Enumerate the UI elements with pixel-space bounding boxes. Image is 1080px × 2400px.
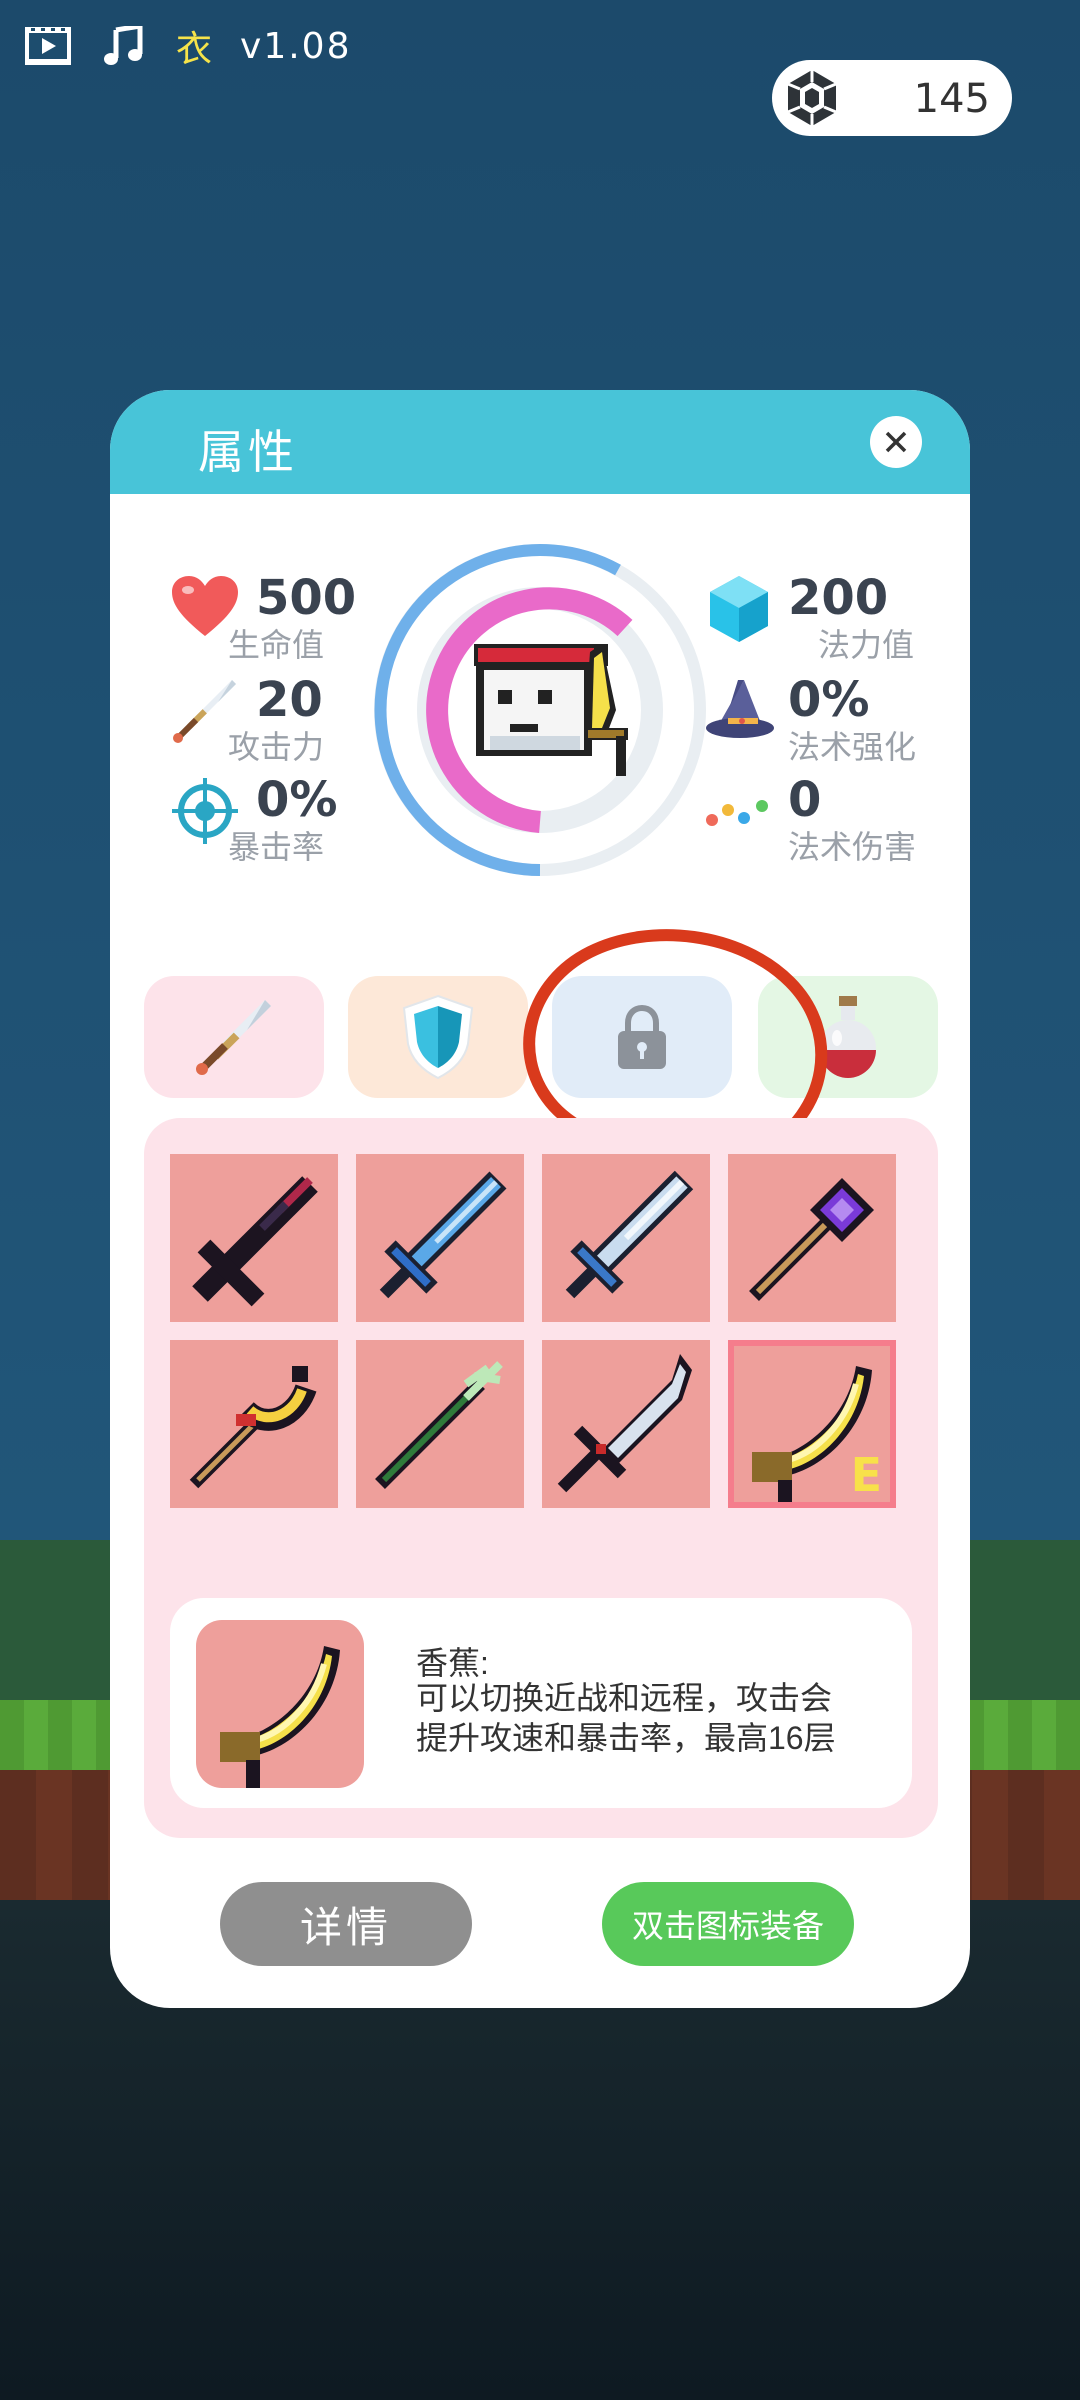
item-slot-silver-blade[interactable] [542,1340,710,1508]
gem-counter: 145 [772,60,1012,136]
panel-title: 属性 [198,426,298,478]
golden-scepter-icon [189,1366,317,1489]
stat-crit: 0% 暴击率 [170,772,370,876]
hp-label: 生命值 [228,627,325,663]
item-slot-banana[interactable]: E [728,1340,896,1508]
gem-icon [787,70,837,126]
tab-weapons[interactable] [144,976,324,1098]
item-inventory: E 香蕉: 可以切换近战和远程，攻击会 提升攻速和暴击率，最高16层 [144,1118,938,1838]
crit-label: 暴击率 [228,829,325,865]
selected-item-icon [196,1620,364,1788]
equipped-badge: E [850,1448,882,1502]
description-line-2: 提升攻速和暴击率，最高16层 [416,1720,836,1756]
selected-item-text: 可以切换近战和远程，攻击会 提升攻速和暴击率，最高16层 [416,1678,886,1758]
item-slot-purple-staff[interactable] [728,1154,896,1322]
attributes-panel: 属性 500 生命值 20 攻击力 0% 暴击率 200 法力值 0% 法术强化… [110,390,970,2008]
gem-count: 145 [913,76,990,122]
wizard-hat-icon [706,680,774,738]
panel-header: 属性 [110,390,970,494]
close-button[interactable] [870,416,922,468]
equip-button[interactable]: 双击图标装备 [602,1882,854,1966]
stat-spell-damage: 0 法术伤害 [704,772,916,876]
stat-spell-boost: 0% 法术强化 [704,672,916,776]
character-portrait [374,544,706,876]
item-slot-golden-scepter[interactable] [170,1340,338,1508]
crystal-icon [710,576,768,642]
attack-value: 20 [256,672,323,728]
stat-mana: 200 法力值 [704,570,914,674]
item-slot-blue-sword[interactable] [356,1154,524,1322]
spell-boost-label: 法术强化 [788,729,917,765]
top-bar: 衣 v1.08 [24,22,351,70]
hp-value: 500 [256,570,357,626]
green-staff-icon [375,1361,503,1489]
spell-damage-label: 法术伤害 [788,829,917,865]
item-description: 香蕉: 可以切换近战和远程，攻击会 提升攻速和暴击率，最高16层 [170,1598,912,1808]
item-slot-dark-crossbow[interactable] [170,1154,338,1322]
music-icon[interactable] [100,26,148,66]
shield-icon [402,994,474,1080]
colored-dots-icon [706,800,768,826]
attack-label: 攻击力 [228,729,325,765]
description-line-1: 可以切换近战和远程，攻击会 [416,1680,833,1716]
outfit-button[interactable]: 衣 [176,20,212,72]
ice-sword-icon [565,1170,694,1299]
sword-icon [196,1000,271,1075]
spell-damage-value: 0 [788,772,822,828]
item-slot-ice-sword[interactable] [542,1154,710,1322]
silver-blade-icon [557,1354,692,1493]
detail-button[interactable]: 详情 [220,1882,472,1966]
close-icon [885,431,907,453]
blue-sword-icon [379,1171,507,1299]
mana-label: 法力值 [818,627,915,663]
crit-value: 0% [256,772,338,828]
stat-attack: 20 攻击力 [170,672,370,776]
spell-boost-value: 0% [788,672,870,728]
stat-hp: 500 生命值 [170,570,370,674]
banana-icon [220,1646,340,1788]
tab-armor[interactable] [348,976,528,1098]
purple-staff-icon [749,1178,874,1301]
video-icon[interactable] [24,26,72,66]
version-label: v1.08 [240,25,352,67]
mana-value: 200 [788,570,889,626]
dark-crossbow-icon [192,1176,318,1307]
item-slot-green-staff[interactable] [356,1340,524,1508]
